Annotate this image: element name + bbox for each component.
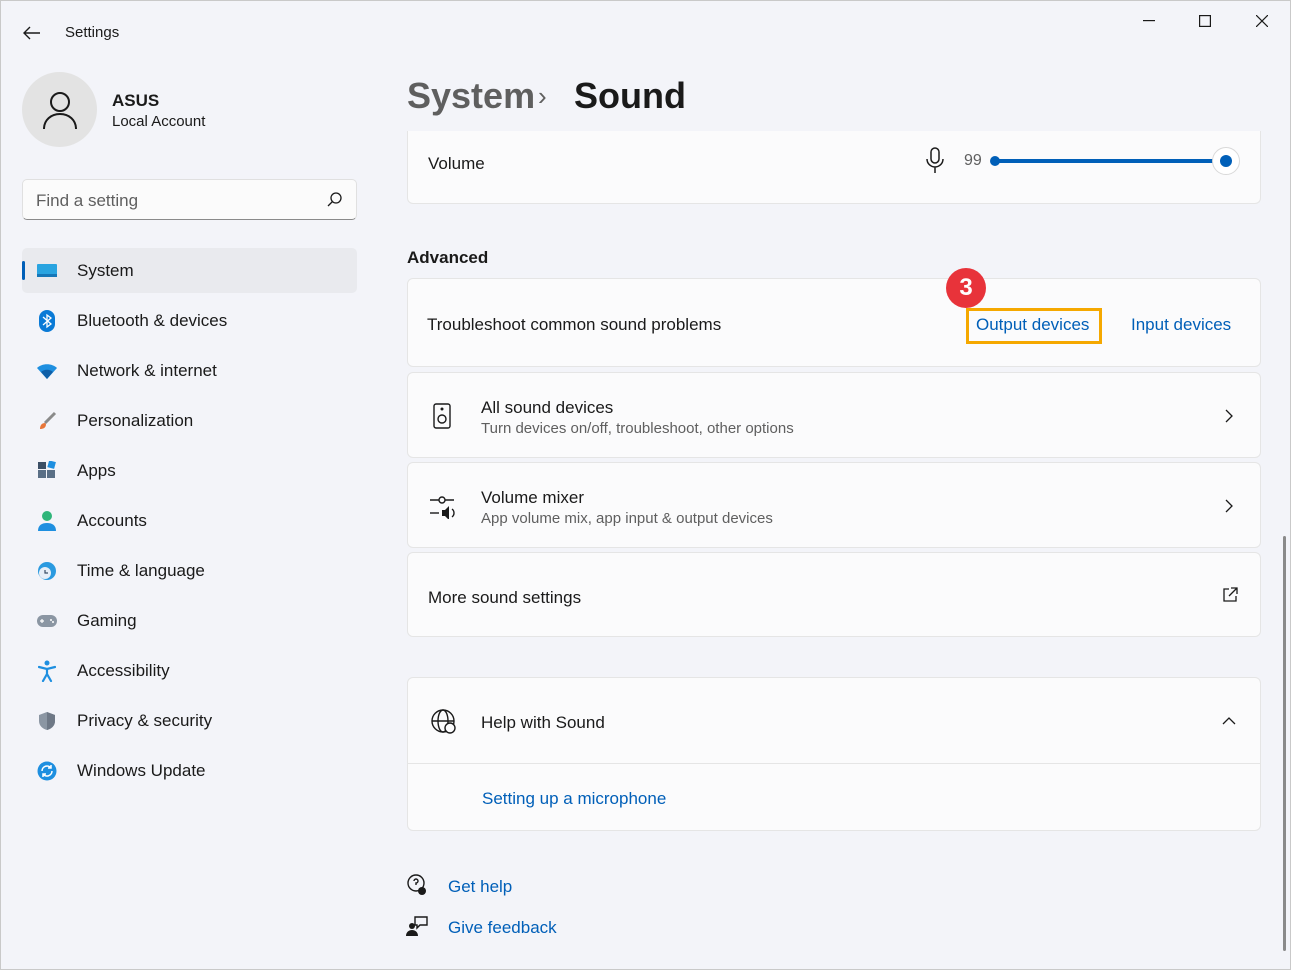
back-arrow-icon [23, 26, 40, 40]
app-title: Settings [65, 24, 120, 41]
update-icon [36, 760, 58, 782]
give-feedback-link[interactable]: Give feedback [448, 918, 557, 938]
sidebar-item-bluetooth[interactable]: Bluetooth & devices [22, 298, 357, 343]
microphone-icon[interactable] [925, 147, 945, 175]
sidebar-item-apps[interactable]: Apps [22, 448, 357, 493]
volume-slider-thumb[interactable] [1212, 147, 1240, 175]
step-badge: 3 [946, 268, 986, 308]
volume-mixer-title: Volume mixer [481, 488, 584, 507]
bluetooth-icon [36, 310, 58, 332]
sidebar-item-accounts[interactable]: Accounts [22, 498, 357, 543]
volume-mixer-subtitle: App volume mix, app input & output devic… [481, 510, 773, 527]
chevron-right-icon [1225, 499, 1233, 513]
close-icon [1256, 15, 1268, 27]
sidebar-item-system[interactable]: System [22, 248, 357, 293]
get-help-link[interactable]: Get help [448, 877, 512, 897]
gamepad-icon [36, 610, 58, 632]
close-button[interactable] [1234, 1, 1290, 41]
globe-clock-icon [36, 560, 58, 582]
setting-up-microphone-link[interactable]: Setting up a microphone [482, 789, 666, 809]
help-divider [408, 763, 1260, 764]
title-bar: Settings [1, 1, 1290, 63]
maximize-icon [1199, 15, 1211, 27]
breadcrumb-separator: › [538, 81, 547, 111]
all-sound-devices-card[interactable]: All sound devices Turn devices on/off, t… [407, 372, 1261, 458]
volume-slider-start [990, 156, 1000, 166]
accessibility-icon [36, 660, 58, 682]
settings-window: Settings ASUS Local Account Find a setti… [0, 0, 1291, 970]
sidebar-nav: System Bluetooth & devices Network & int… [22, 248, 357, 798]
volume-card: Volume 99 [407, 131, 1261, 204]
sidebar-item-gaming[interactable]: Gaming [22, 598, 357, 643]
sidebar-item-personalization[interactable]: Personalization [22, 398, 357, 443]
wifi-icon [36, 360, 58, 382]
external-link-icon [1223, 587, 1238, 602]
search-icon [327, 192, 342, 207]
account-type: Local Account [112, 113, 206, 130]
user-name: ASUS [112, 91, 160, 110]
speaker-icon [433, 403, 451, 429]
search-input[interactable]: Find a setting [36, 191, 138, 211]
system-icon [36, 260, 58, 282]
minimize-icon [1143, 20, 1155, 22]
slider-thumb-dot [1220, 155, 1232, 167]
page-title: Sound [574, 75, 686, 116]
get-help-icon [407, 874, 426, 895]
breadcrumb-parent[interactable]: System [407, 75, 535, 117]
more-sound-settings-card[interactable]: More sound settings [407, 552, 1261, 637]
chevron-up-icon [1222, 717, 1236, 725]
volume-mixer-card[interactable]: Volume mixer App volume mix, app input &… [407, 462, 1261, 548]
input-devices-link[interactable]: Input devices [1131, 315, 1231, 335]
output-devices-highlight [966, 308, 1102, 344]
mixer-icon [430, 496, 455, 519]
sidebar-item-network[interactable]: Network & internet [22, 348, 357, 393]
maximize-button[interactable] [1177, 1, 1233, 41]
advanced-heading: Advanced [407, 248, 489, 267]
accounts-icon [36, 510, 58, 532]
search-box[interactable]: Find a setting [22, 179, 357, 220]
more-sound-settings-title: More sound settings [428, 588, 582, 607]
sidebar-item-privacy[interactable]: Privacy & security [22, 698, 357, 743]
apps-icon [36, 460, 58, 482]
sidebar-item-windows-update[interactable]: Windows Update [22, 748, 357, 793]
back-button[interactable] [15, 17, 49, 49]
troubleshoot-label: Troubleshoot common sound problems [427, 315, 722, 334]
volume-label: Volume [428, 154, 485, 173]
all-sound-devices-subtitle: Turn devices on/off, troubleshoot, other… [481, 420, 794, 437]
avatar[interactable] [22, 72, 97, 147]
volume-slider-track[interactable] [993, 159, 1221, 163]
help-header[interactable]: Help with Sound [408, 678, 1260, 763]
person-icon [42, 91, 77, 129]
brush-icon [36, 410, 58, 432]
minimize-button[interactable] [1121, 1, 1177, 41]
all-sound-devices-title: All sound devices [481, 398, 614, 417]
chevron-right-icon [1225, 409, 1233, 423]
sidebar-item-time-language[interactable]: Time & language [22, 548, 357, 593]
shield-icon [36, 710, 58, 732]
help-card: Help with Sound Setting up a microphone [407, 677, 1261, 831]
help-title: Help with Sound [481, 713, 605, 732]
feedback-icon [406, 916, 428, 936]
sidebar-item-accessibility[interactable]: Accessibility [22, 648, 357, 693]
globe-help-icon [431, 709, 456, 734]
volume-value: 99 [964, 152, 982, 169]
scrollbar[interactable] [1283, 536, 1286, 951]
